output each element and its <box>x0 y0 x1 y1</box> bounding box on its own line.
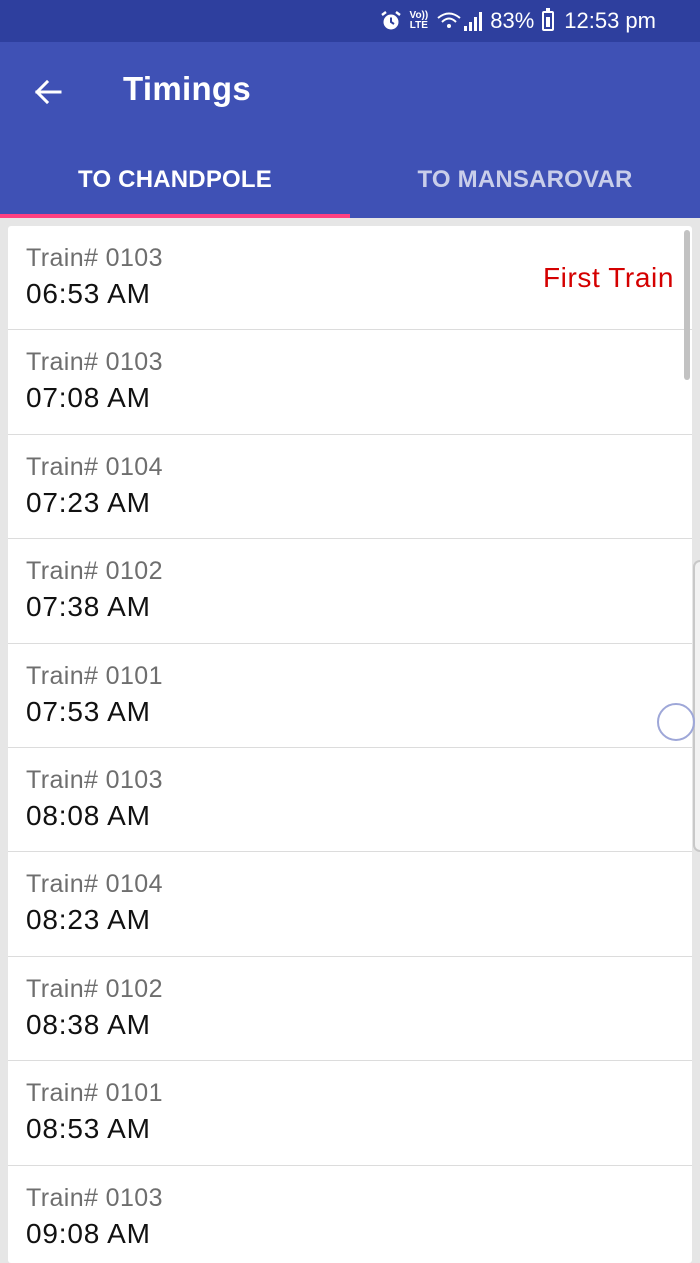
train-time: 09:08 AM <box>26 1217 151 1249</box>
list-item[interactable]: Train# 0104 07:23 AM <box>8 435 692 540</box>
tab-indicator <box>0 214 350 218</box>
train-time: 07:53 AM <box>26 695 151 727</box>
train-number: Train# 0101 <box>26 1079 163 1108</box>
train-number: Train# 0102 <box>26 557 163 586</box>
train-time: 08:38 AM <box>26 1008 151 1040</box>
status-time: 12:53 pm <box>564 8 656 33</box>
first-train-label: First Train <box>542 262 674 293</box>
list-item[interactable]: Train# 0102 07:38 AM <box>8 539 692 644</box>
train-number: Train# 0103 <box>26 348 163 377</box>
list-item[interactable]: Train# 0102 08:38 AM <box>8 957 692 1062</box>
train-time: 08:23 AM <box>26 904 151 936</box>
tab-to-mansarovar[interactable]: TO MANSAROVAR <box>350 142 700 218</box>
train-time: 06:53 AM <box>26 278 151 309</box>
train-number: Train# 0104 <box>26 452 163 481</box>
tab-bar: TO CHANDPOLE TO MANSAROVAR <box>0 142 700 218</box>
lte-indicator: Vo)) LTE <box>410 11 429 31</box>
list-item[interactable]: Train# 0101 08:53 AM <box>8 1061 692 1166</box>
floating-assist-button[interactable] <box>657 703 695 741</box>
train-number: Train# 0103 <box>26 1183 163 1212</box>
train-list[interactable]: Train# 0103 06:53 AM First Train Train# … <box>8 226 692 1263</box>
list-item[interactable]: Train# 0103 06:53 AM First Train <box>8 226 692 331</box>
tab-label: TO CHANDPOLE <box>78 166 272 193</box>
list-item[interactable]: Train# 0103 09:08 AM <box>8 1166 692 1263</box>
train-number: Train# 0103 <box>26 244 163 272</box>
lte-bottom-label: LTE <box>409 20 428 31</box>
list-item[interactable]: Train# 0103 08:08 AM <box>8 748 692 853</box>
list-item[interactable]: Train# 0101 07:53 AM <box>8 644 692 748</box>
train-number: Train# 0103 <box>26 765 163 794</box>
page-title: Timings <box>123 70 252 107</box>
arrow-left-icon <box>34 79 62 105</box>
edge-panel-handle[interactable] <box>693 560 700 852</box>
train-time: 07:08 AM <box>26 382 151 414</box>
signal-icon <box>436 10 483 32</box>
list-item[interactable]: Train# 0104 08:23 AM <box>8 852 692 957</box>
train-number: Train# 0102 <box>26 974 163 1003</box>
list-item[interactable]: Train# 0103 07:08 AM <box>8 330 692 435</box>
tab-to-chandpole[interactable]: TO CHANDPOLE <box>0 142 350 218</box>
back-button[interactable] <box>24 68 72 116</box>
train-number: Train# 0104 <box>26 870 163 899</box>
battery-percent: 83% <box>490 8 535 33</box>
alarm-icon <box>380 10 402 32</box>
app-bar: Timings TO CHANDPOLE TO MANSAROVAR <box>0 42 700 218</box>
train-time: 07:38 AM <box>26 591 151 623</box>
scrollbar[interactable] <box>684 230 690 380</box>
battery-icon <box>542 8 555 31</box>
train-time: 08:08 AM <box>26 799 151 831</box>
train-time: 08:53 AM <box>26 1113 151 1145</box>
train-number: Train# 0101 <box>26 661 163 690</box>
train-time: 07:23 AM <box>26 486 151 518</box>
status-bar: Vo)) LTE 83% 12:53 pm <box>0 0 700 42</box>
tab-label: TO MANSAROVAR <box>417 166 633 193</box>
